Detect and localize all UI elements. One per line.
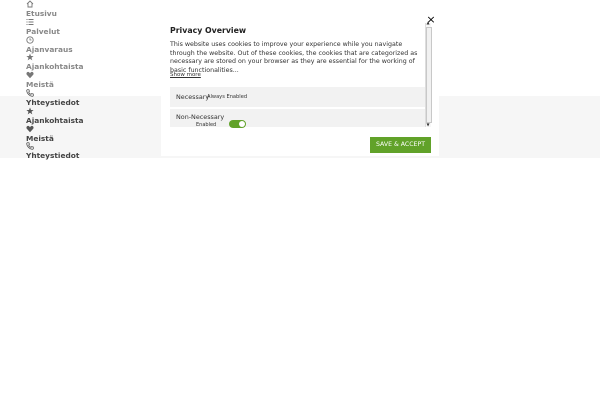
category-non-necessary[interactable]: Non-Necessary Enabled	[170, 109, 425, 128]
nav-item-label: Ajanvaraus	[26, 44, 73, 54]
nav-item-palvelut[interactable]: Palvelut	[26, 18, 156, 36]
nav-item-label: Ajankohtaista	[26, 62, 84, 72]
sidebar-nav: Etusivu Palvelut Ajanvaraus Ajankohtaist…	[26, 0, 156, 160]
nav-item-label: Palvelut	[26, 26, 60, 36]
list-icon	[26, 18, 36, 27]
nav-item-meista[interactable]: Meistä	[26, 125, 156, 143]
nav-item-ajankohtaista[interactable]: Ajankohtaista	[26, 107, 156, 125]
nav-item-label: Yhteystiedot	[26, 151, 80, 161]
heart-icon	[26, 71, 36, 80]
privacy-modal: Privacy Overview × This website uses coo…	[161, 12, 439, 156]
save-accept-button[interactable]: SAVE & ACCEPT	[370, 137, 431, 153]
nav-item-label: Yhteystiedot	[26, 97, 80, 107]
category-name: Necessary	[176, 93, 210, 101]
nav-item-label: Meistä	[26, 80, 54, 90]
heart-icon	[26, 125, 36, 134]
nav-item-yhteystiedot[interactable]: Yhteystiedot	[26, 142, 156, 160]
star-icon	[26, 53, 36, 62]
nav-item-etusivu[interactable]: Etusivu	[26, 0, 156, 18]
scrollbar[interactable]	[425, 23, 432, 127]
nav-item-label: Ajankohtaista	[26, 115, 84, 125]
always-enabled-badge: Always Enabled	[207, 94, 248, 100]
nav-item-meista[interactable]: Meistä	[26, 71, 156, 89]
modal-title: Privacy Overview	[170, 26, 247, 35]
non-necessary-toggle[interactable]	[229, 120, 246, 128]
scrollbar-thumb[interactable]	[426, 27, 432, 123]
modal-description: This website uses cookies to improve you…	[170, 41, 418, 74]
nav-item-label: Etusivu	[26, 9, 57, 18]
show-more-link[interactable]: Show more	[170, 72, 201, 78]
nav-item-yhteystiedot[interactable]: Yhteystiedot	[26, 89, 156, 107]
toggle-label: Enabled	[196, 122, 217, 128]
clock-icon	[26, 35, 36, 45]
star-icon	[26, 107, 36, 116]
nav-item-ajankohtaista[interactable]: Ajankohtaista	[26, 53, 156, 71]
nav-item-label: Meistä	[26, 133, 54, 143]
home-icon	[26, 0, 36, 9]
phone-icon	[26, 89, 36, 98]
scroll-up-icon[interactable]: ▲	[425, 20, 431, 25]
toggle-knob	[239, 121, 245, 127]
scroll-down-icon[interactable]: ▼	[425, 122, 431, 127]
nav-item-ajanvaraus[interactable]: Ajanvaraus	[26, 35, 156, 54]
category-necessary[interactable]: Necessary Always Enabled	[170, 87, 425, 107]
phone-icon	[26, 142, 36, 151]
category-name: Non-Necessary	[176, 113, 225, 121]
